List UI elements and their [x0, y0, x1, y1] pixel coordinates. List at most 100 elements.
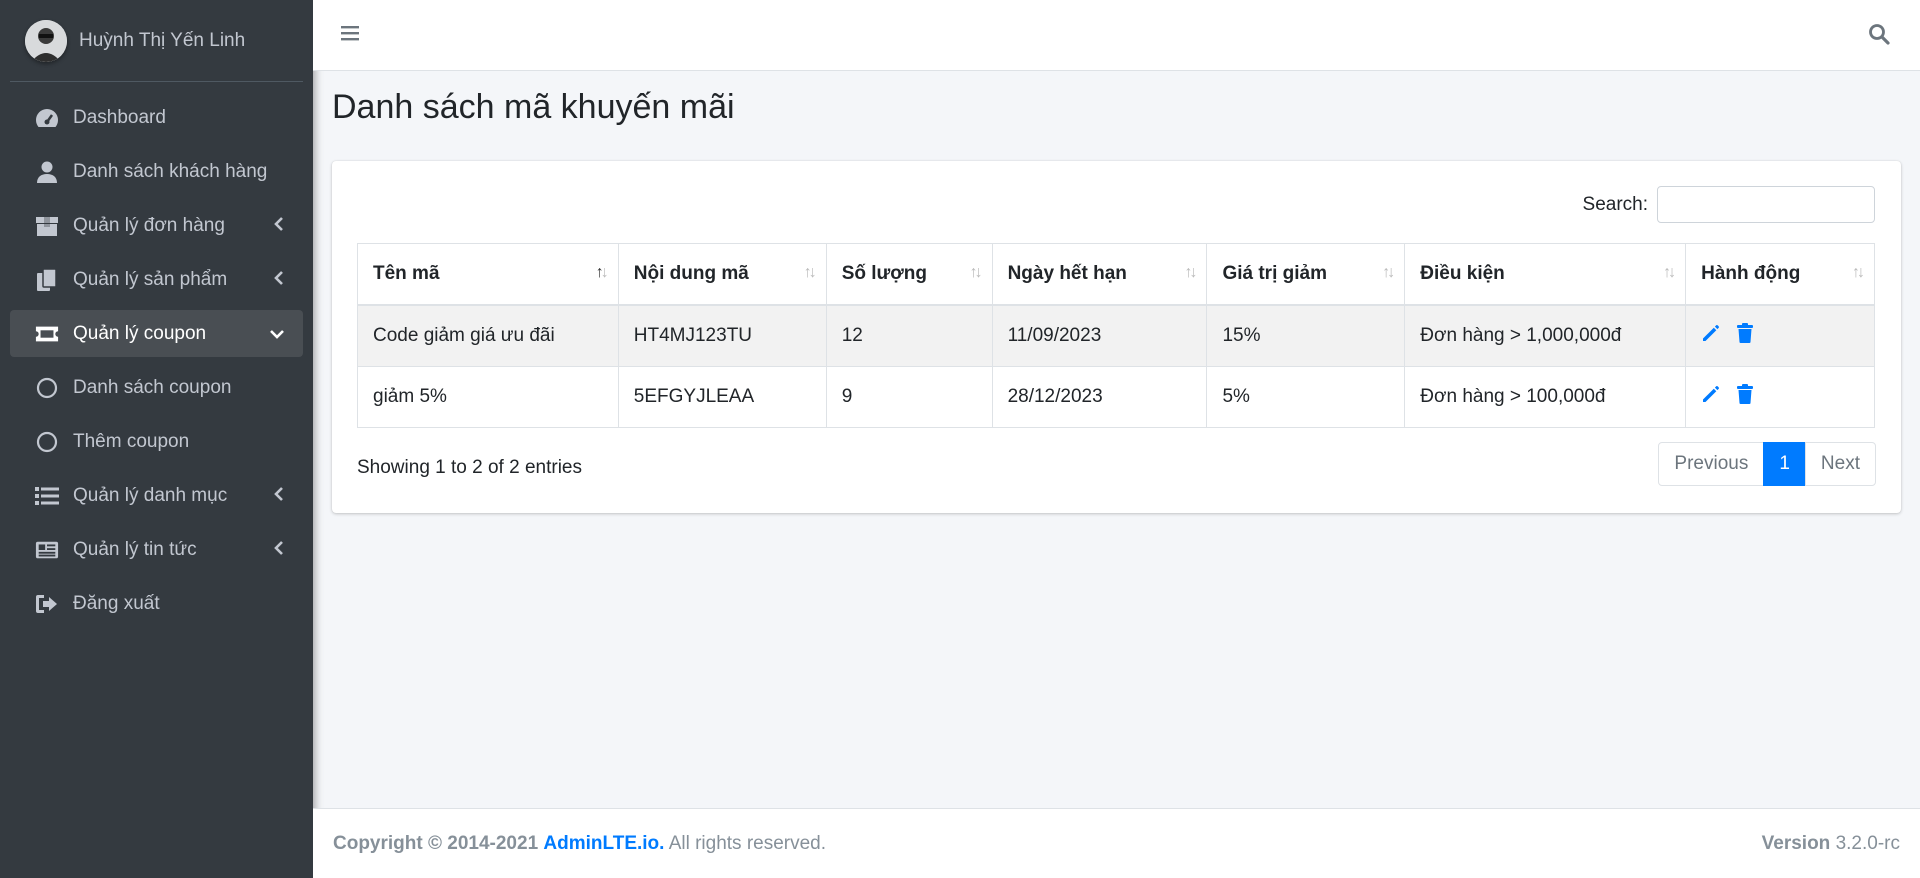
sort-asc-icon: ↑↓ — [595, 264, 609, 281]
edit-pencil-icon[interactable] — [1701, 384, 1721, 410]
column-header-discount-value[interactable]: Giá trị giảm ↑↓ — [1206, 243, 1406, 306]
sidebar-item-categories[interactable]: Quản lý danh mục — [10, 472, 303, 519]
pagination-page-1[interactable]: 1 — [1763, 442, 1806, 486]
sidebar-item-coupons[interactable]: Quản lý coupon — [10, 310, 303, 357]
footer-copyright: Copyright © 2014-2021 AdminLTE.io. All r… — [333, 833, 826, 855]
column-label: Số lượng — [841, 263, 928, 284]
list-icon — [35, 484, 59, 508]
column-label: Điều kiện — [1420, 263, 1505, 284]
avatar[interactable] — [25, 19, 67, 62]
rights-text: All rights reserved. — [668, 832, 827, 854]
delete-trash-icon[interactable] — [1736, 323, 1754, 349]
sign-out-icon — [35, 592, 59, 616]
user-icon — [35, 160, 59, 184]
table-row: Code giảm giá ưu đãi HT4MJ123TU 12 11/09… — [357, 304, 1875, 367]
chevron-left-icon — [273, 270, 285, 292]
sort-icon: ↑↓ — [1184, 264, 1197, 281]
sidebar-item-news[interactable]: Quản lý tin tức — [10, 526, 303, 573]
pagination: Previous 1 Next — [1658, 442, 1876, 486]
cell-code-content: 5EFGYJLEAA — [617, 366, 827, 428]
copyright-text: Copyright © 2014-2021 — [333, 832, 539, 854]
sidebar-item-label: Dashboard — [73, 106, 166, 128]
sort-icon: ↑↓ — [1663, 264, 1676, 281]
search-label: Search: — [1582, 193, 1648, 215]
column-header-quantity[interactable]: Số lượng ↑↓ — [825, 243, 993, 306]
cell-code-content: HT4MJ123TU — [617, 304, 827, 367]
sidebar-item-label: Danh sách khách hàng — [73, 160, 268, 182]
chevron-left-icon — [273, 216, 285, 238]
version-number: 3.2.0-rc — [1835, 832, 1900, 854]
chevron-down-icon — [269, 324, 285, 346]
footer-version: Version 3.2.0-rc — [1762, 833, 1900, 855]
sidebar-item-label: Quản lý danh mục — [73, 484, 228, 506]
sidebar-item-label: Quản lý sản phẩm — [73, 268, 228, 290]
sort-icon: ↑↓ — [1852, 264, 1865, 281]
cell-expiry-date: 28/12/2023 — [991, 366, 1208, 428]
circle-icon — [35, 430, 59, 454]
sidebar-item-dashboard[interactable]: Dashboard — [10, 94, 303, 141]
column-label: Giá trị giảm — [1222, 263, 1327, 284]
column-header-expiry-date[interactable]: Ngày hết hạn ↑↓ — [991, 243, 1208, 306]
top-navbar — [313, 0, 1920, 71]
sidebar-item-label: Đăng xuất — [73, 592, 160, 614]
sort-icon: ↑↓ — [969, 264, 983, 281]
sidebar-item-orders[interactable]: Quản lý đơn hàng — [10, 202, 303, 249]
user-name[interactable]: Huỳnh Thị Yến Linh — [79, 30, 245, 52]
sidebar-item-label: Quản lý coupon — [73, 322, 207, 344]
sidebar-item-label: Quản lý tin tức — [73, 538, 197, 560]
cell-quantity: 9 — [825, 366, 993, 428]
ticket-icon — [35, 322, 59, 346]
chevron-left-icon — [273, 540, 285, 562]
column-header-code-content[interactable]: Nội dung mã ↑↓ — [617, 243, 827, 306]
table-info: Showing 1 to 2 of 2 entries — [357, 457, 582, 478]
sidebar-nav: Dashboard Danh sách khách hàng Quản lý đ… — [0, 94, 313, 627]
newspaper-icon — [35, 538, 59, 562]
sidebar-item-label: Quản lý đơn hàng — [73, 214, 225, 236]
cell-condition: Đơn hàng > 1,000,000đ — [1404, 304, 1687, 367]
sidebar-item-customers[interactable]: Danh sách khách hàng — [10, 148, 303, 195]
page-title: Danh sách mã khuyến mãi — [332, 88, 735, 126]
table-header-row: Tên mã ↑↓ Nội dung mã ↑↓ Số lượng ↑↓ Ngày h… — [357, 243, 1875, 306]
column-label: Ngày hết hạn — [1007, 263, 1127, 284]
sort-icon: ↑↓ — [1382, 264, 1395, 281]
cell-code-name: Code giảm giá ưu đãi — [357, 304, 619, 367]
search-input[interactable] — [1657, 186, 1875, 223]
cell-discount-value: 15% — [1206, 304, 1406, 367]
sidebar-item-add-coupon[interactable]: Thêm coupon — [10, 418, 303, 465]
sidebar-item-label: Danh sách coupon — [73, 376, 232, 398]
column-header-code-name[interactable]: Tên mã ↑↓ — [357, 243, 619, 306]
pagination-next-button[interactable]: Next — [1804, 442, 1876, 486]
cell-actions — [1685, 366, 1875, 428]
cell-condition: Đơn hàng > 100,000đ — [1404, 366, 1687, 428]
table-search: Search: — [1583, 186, 1875, 223]
user-panel[interactable]: Huỳnh Thị Yến Linh — [10, 0, 303, 82]
version-label: Version — [1761, 832, 1831, 854]
cell-expiry-date: 11/09/2023 — [991, 304, 1208, 367]
coupon-table: Tên mã ↑↓ Nội dung mã ↑↓ Số lượng ↑↓ Ngày h… — [357, 243, 1875, 428]
footer: Copyright © 2014-2021 AdminLTE.io. All r… — [313, 808, 1920, 878]
sidebar-item-logout[interactable]: Đăng xuất — [10, 580, 303, 627]
cell-discount-value: 5% — [1206, 366, 1406, 428]
sidebar-item-label: Thêm coupon — [73, 430, 190, 452]
chevron-left-icon — [273, 486, 285, 508]
cell-actions — [1685, 304, 1875, 367]
pagination-previous-button[interactable]: Previous — [1658, 442, 1765, 486]
adminlte-link[interactable]: AdminLTE.io. — [543, 833, 664, 854]
sidebar-item-coupon-list[interactable]: Danh sách coupon — [10, 364, 303, 411]
copy-icon — [35, 267, 59, 292]
sort-icon: ↑↓ — [803, 264, 817, 281]
column-label: Tên mã — [373, 263, 440, 284]
column-header-actions[interactable]: Hành động ↑↓ — [1685, 243, 1875, 306]
delete-trash-icon[interactable] — [1736, 384, 1754, 410]
box-icon — [35, 214, 59, 238]
column-label: Hành động — [1701, 263, 1801, 284]
cell-quantity: 12 — [825, 304, 993, 367]
column-header-condition[interactable]: Điều kiện ↑↓ — [1404, 243, 1687, 306]
sidebar-item-products[interactable]: Quản lý sản phẩm — [10, 256, 303, 303]
column-label: Nội dung mã — [633, 263, 749, 284]
hamburger-menu-icon[interactable] — [341, 24, 359, 47]
search-icon[interactable] — [1868, 23, 1890, 50]
edit-pencil-icon[interactable] — [1701, 323, 1721, 349]
circle-icon — [35, 376, 59, 400]
dashboard-gauge-icon — [35, 106, 59, 130]
